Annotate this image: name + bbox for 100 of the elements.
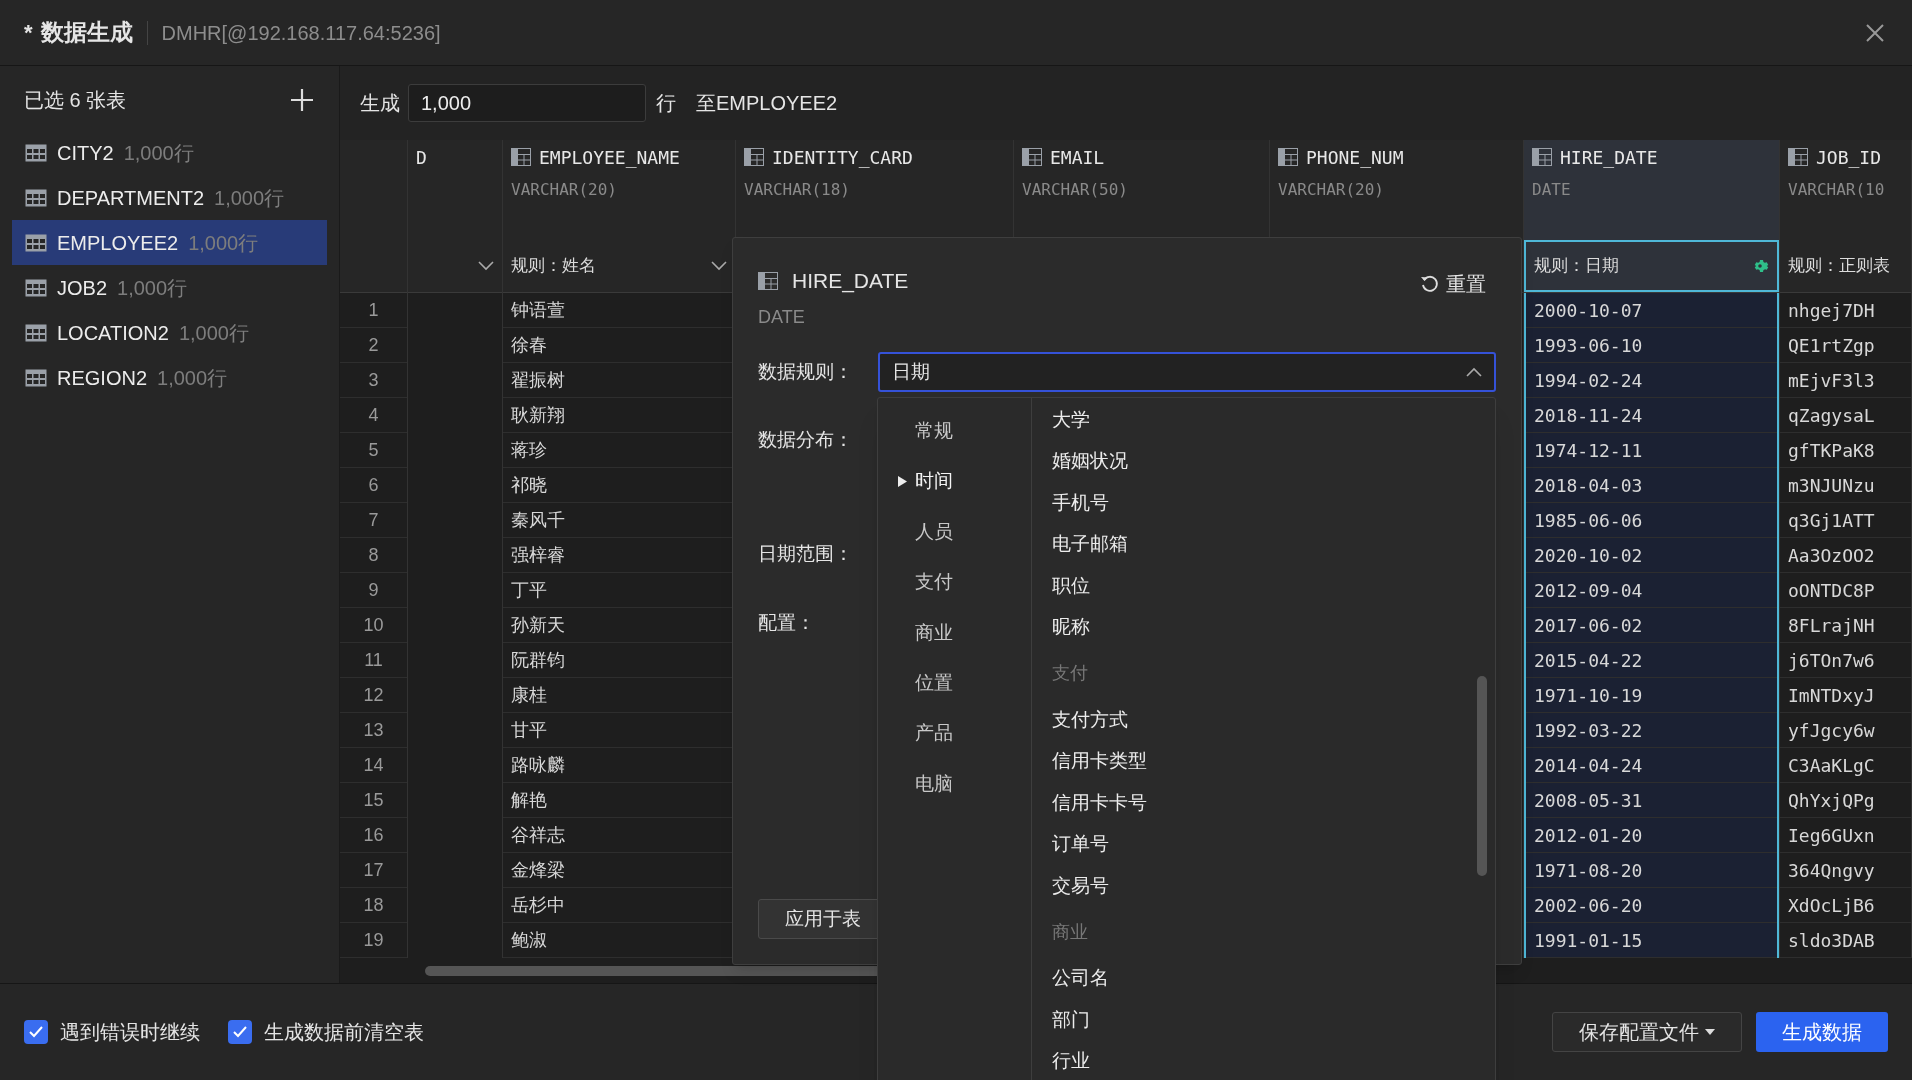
modified-mark: * — [24, 19, 33, 47]
table-cell: 2012-01-20 — [1526, 818, 1777, 853]
category-item[interactable]: 常规 — [878, 406, 1031, 457]
sidebar-item[interactable]: EMPLOYEE2 1,000行 — [12, 220, 327, 265]
category-item[interactable]: 人员 — [878, 506, 1031, 558]
category-item[interactable]: 产品 — [878, 708, 1031, 759]
option-item[interactable]: 订单号 — [1052, 823, 1109, 865]
rule-select[interactable]: 规则：日期 — [1524, 240, 1779, 292]
column-icon — [1788, 148, 1808, 166]
option-item[interactable]: 信用卡卡号 — [1052, 782, 1147, 824]
table-cell: 1985-06-06 — [1526, 503, 1777, 538]
row-number: 18 — [340, 888, 407, 923]
table-cell: 1992-03-22 — [1526, 713, 1777, 748]
table-cell: mEjvF3l3 — [1780, 363, 1911, 398]
table-cell: 1971-10-19 — [1526, 678, 1777, 713]
option-item[interactable]: 公司名 — [1052, 957, 1109, 999]
column-type: VARCHAR(20) — [1278, 179, 1385, 201]
row-number: 15 — [340, 783, 407, 818]
column-type: VARCHAR(20) — [511, 179, 618, 201]
table-cell: 2002-06-20 — [1526, 888, 1777, 923]
table-cell: m3NJUNzu — [1780, 468, 1911, 503]
chevron-down-icon — [711, 261, 727, 271]
category-item[interactable]: 位置 — [878, 657, 1031, 709]
table-cell: C3AaKLgC — [1780, 748, 1911, 783]
row-number: 9 — [340, 573, 407, 608]
table-name: LOCATION2 — [57, 320, 169, 346]
table-cell: 1971-08-20 — [1526, 853, 1777, 888]
column-header[interactable]: HIRE_DATE DATE — [1524, 140, 1779, 240]
check-icon — [233, 1026, 247, 1038]
row-number: 14 — [340, 748, 407, 783]
generate-label: 生成 — [360, 91, 400, 116]
option-item[interactable]: 部门 — [1052, 999, 1090, 1041]
category-item[interactable]: 支付 — [878, 557, 1031, 608]
rule-select[interactable]: 规则：正则表 — [1780, 240, 1911, 292]
option-item[interactable]: 交易号 — [1052, 865, 1109, 907]
row-number: 8 — [340, 538, 407, 573]
table-cell: 2018-04-03 — [1526, 468, 1777, 503]
table-cell: 1974-12-11 — [1526, 433, 1777, 468]
option-item[interactable]: 职位 — [1052, 565, 1090, 607]
row-number: 4 — [340, 398, 407, 433]
table-cell: Ieg6GUxn — [1780, 818, 1911, 853]
editor-title: HIRE_DATE — [792, 268, 909, 295]
sidebar-item[interactable]: DEPARTMENT2 1,000行 — [12, 175, 327, 220]
checkbox-label: 生成数据前清空表 — [264, 1020, 424, 1045]
option-item[interactable]: 支付方式 — [1052, 699, 1128, 741]
column-type: VARCHAR(50) — [1022, 179, 1129, 201]
sidebar-item[interactable]: JOB2 1,000行 — [12, 265, 327, 310]
field-label: 数据分布： — [758, 427, 853, 452]
row-number: 12 — [340, 678, 407, 713]
column-icon — [758, 272, 778, 290]
checkbox[interactable] — [24, 1020, 48, 1044]
field-label: 日期范围： — [758, 541, 853, 566]
group-header: 商业 — [1052, 920, 1088, 944]
close-icon — [1865, 22, 1885, 43]
scrollbar-thumb[interactable] — [1477, 676, 1487, 876]
option-item[interactable]: 昵称 — [1052, 606, 1090, 648]
table-cell: 2017-06-02 — [1526, 608, 1777, 643]
table-cell: 1993-06-10 — [1526, 328, 1777, 363]
target-label: 至EMPLOYEE2 — [696, 91, 838, 116]
row-number: 17 — [340, 853, 407, 888]
table-name: EMPLOYEE2 — [57, 230, 179, 256]
table-cell: j6TOn7w6 — [1780, 643, 1911, 678]
add-button[interactable] — [289, 87, 315, 113]
plus-icon — [290, 88, 314, 112]
save-config-button[interactable]: 保存配置文件 — [1552, 1012, 1742, 1052]
table-cell: gfTKPaK8 — [1780, 433, 1911, 468]
table-name: DEPARTMENT2 — [57, 185, 205, 211]
checkbox[interactable] — [228, 1020, 252, 1044]
table-cell: QhYxjQPg — [1780, 783, 1911, 818]
window-title: 数据生成 — [40, 18, 133, 48]
sidebar-item[interactable]: REGION2 1,000行 — [12, 355, 327, 400]
generate-button[interactable]: 生成数据 — [1756, 1012, 1888, 1052]
field-label: 配置： — [758, 610, 815, 635]
row-count-field[interactable]: 1,000 — [408, 84, 646, 122]
option-item[interactable]: 大学 — [1052, 399, 1090, 441]
rule-select[interactable]: 日期 — [878, 352, 1496, 392]
rule-select[interactable]: 规则：姓名 — [503, 240, 735, 292]
option-item[interactable]: 行业 — [1052, 1040, 1090, 1080]
option-item[interactable]: 电子邮箱 — [1052, 523, 1128, 565]
column-name: PHONE_NUM — [1306, 145, 1404, 170]
category-item[interactable]: 时间 — [878, 456, 1031, 507]
category-item[interactable]: 商业 — [878, 607, 1031, 658]
table-cell: ImNTDxyJ — [1780, 678, 1911, 713]
sidebar-item[interactable]: LOCATION2 1,000行 — [12, 310, 327, 355]
option-item[interactable]: 手机号 — [1052, 482, 1109, 524]
sidebar-heading: 已选 6 张表 — [24, 88, 127, 113]
table-cell: q3Gj1ATT — [1780, 503, 1911, 538]
column-icon — [1022, 148, 1042, 166]
reset-button[interactable]: 重置 — [1420, 269, 1486, 299]
chevron-up-icon — [1466, 367, 1482, 377]
table-icon — [25, 323, 47, 342]
row-number: 1 — [340, 293, 407, 328]
category-item[interactable]: 电脑 — [878, 758, 1031, 810]
table-cell: Aa3OzOO2 — [1780, 538, 1911, 573]
sidebar-item[interactable]: CITY2 1,000行 — [12, 130, 327, 175]
table-cell: 1994-02-24 — [1526, 363, 1777, 398]
option-item[interactable]: 婚姻状况 — [1052, 440, 1128, 482]
option-item[interactable]: 信用卡类型 — [1052, 740, 1147, 782]
row-count: 1,000行 — [214, 185, 285, 211]
row-count: 1,000行 — [178, 320, 249, 346]
